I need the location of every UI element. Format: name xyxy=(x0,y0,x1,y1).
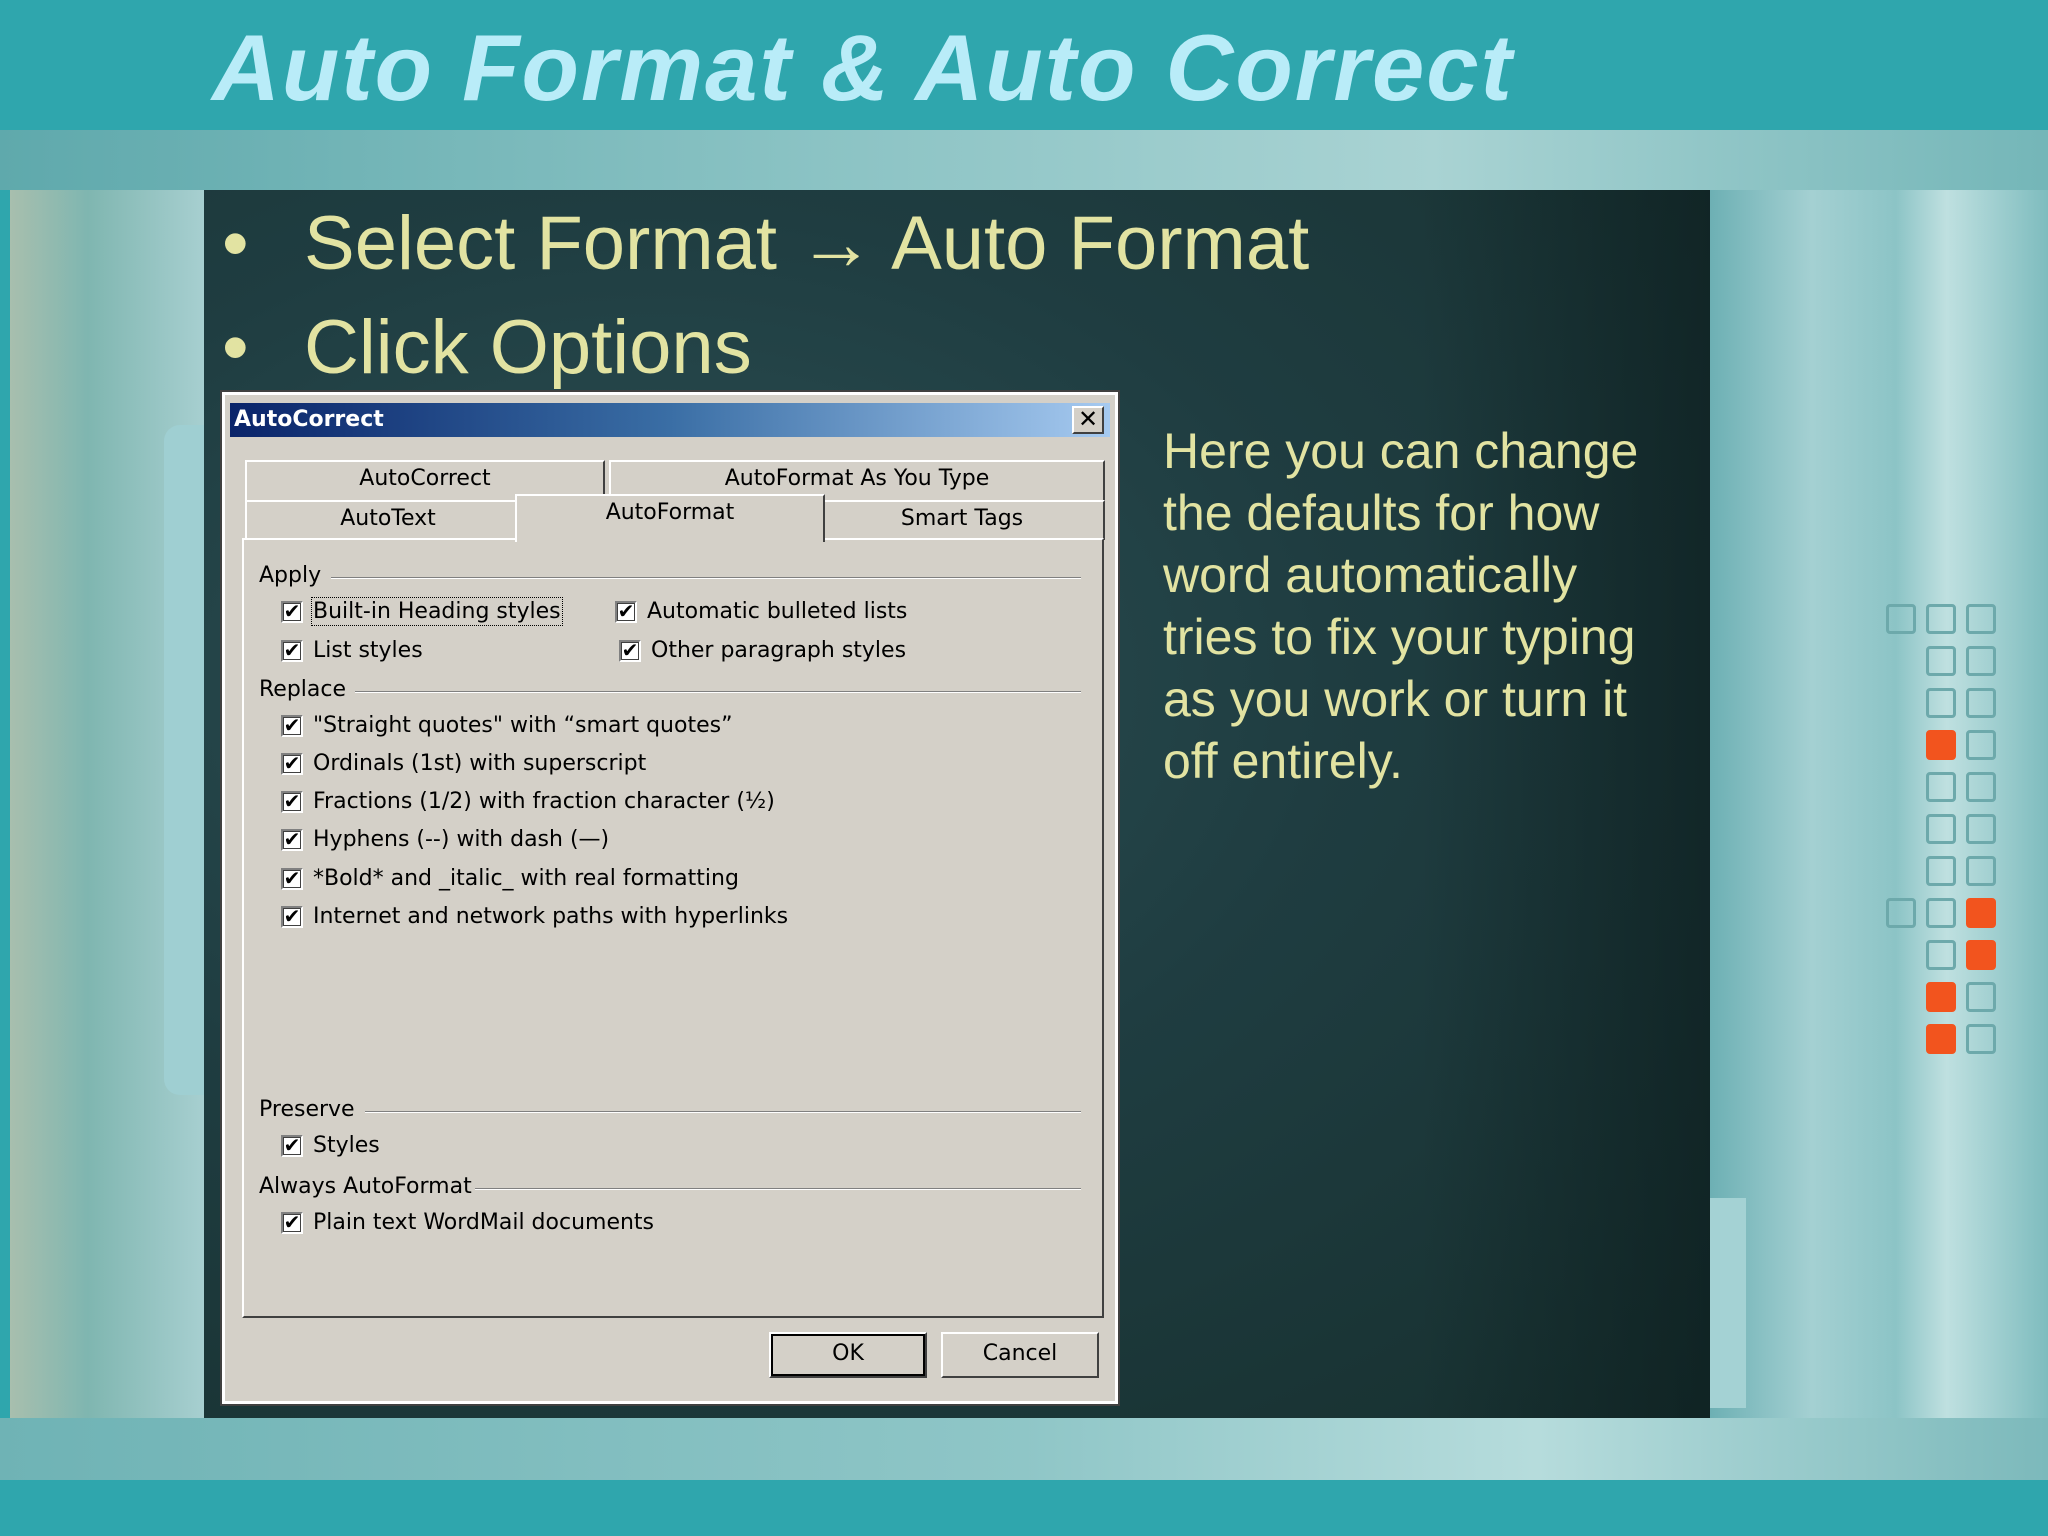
slide-title: Auto Format & Auto Correct xyxy=(212,15,1514,120)
bullet-marker: • xyxy=(222,201,249,286)
checkbox-list-styles[interactable]: ✔ List styles xyxy=(281,638,423,663)
decorative-square xyxy=(1966,898,1996,928)
decorative-square xyxy=(1966,856,1996,886)
decorative-square xyxy=(1926,814,1956,844)
side-description: Here you can change the defaults for how… xyxy=(1163,423,1639,789)
checkbox-box[interactable]: ✔ xyxy=(281,600,303,623)
group-always-divider xyxy=(475,1188,1081,1190)
decorative-square xyxy=(1926,940,1956,970)
decorative-square xyxy=(1886,898,1916,928)
group-preserve-label: Preserve xyxy=(259,1097,355,1122)
checkbox-label: Styles xyxy=(313,1133,380,1158)
close-icon: ✕ xyxy=(1077,405,1099,433)
checkbox-box[interactable]: ✔ xyxy=(281,714,303,737)
decorative-square xyxy=(1966,940,1996,970)
decorative-square xyxy=(1926,898,1956,928)
decorative-square xyxy=(1966,814,1996,844)
bullet-text: Select Format → Auto Format xyxy=(304,201,1310,286)
ok-button[interactable]: OK xyxy=(769,1332,927,1378)
decorative-square xyxy=(1966,604,1996,634)
decorative-square xyxy=(1966,646,1996,676)
checkbox-automatic-bulleted-lists[interactable]: ✔ Automatic bulleted lists xyxy=(615,599,907,624)
checkbox-box[interactable]: ✔ xyxy=(281,790,303,813)
group-replace-divider xyxy=(355,691,1081,693)
checkbox-builtin-heading-styles[interactable]: ✔ Built-in Heading styles xyxy=(281,597,563,626)
checkbox-box[interactable]: ✔ xyxy=(281,867,303,890)
group-apply-label: Apply xyxy=(259,563,322,588)
checkbox-label: Other paragraph styles xyxy=(651,638,907,663)
background-band-top xyxy=(0,130,2048,190)
decorative-square xyxy=(1926,982,1956,1012)
checkbox-label: List styles xyxy=(313,638,423,663)
group-always-label: Always AutoFormat xyxy=(259,1174,472,1199)
close-button[interactable]: ✕ xyxy=(1072,406,1104,434)
decorative-square xyxy=(1886,604,1916,634)
autocorrect-dialog: AutoCorrect ✕ AutoCorrect AutoFormat As … xyxy=(220,390,1120,1406)
bullet-item: • Select Format → Auto Format xyxy=(222,192,1309,296)
decorative-square xyxy=(1966,772,1996,802)
checkbox-box[interactable]: ✔ xyxy=(281,905,303,928)
checkbox-box[interactable]: ✔ xyxy=(281,752,303,775)
group-replace-label: Replace xyxy=(259,677,347,702)
bullet-list: • Select Format → Auto Format • Click Op… xyxy=(222,192,1309,400)
group-apply-divider xyxy=(331,577,1081,579)
checkbox-fractions[interactable]: ✔ Fractions (1/2) with fraction characte… xyxy=(281,789,775,814)
bullet-marker: • xyxy=(222,305,249,390)
checkbox-hyperlinks[interactable]: ✔ Internet and network paths with hyperl… xyxy=(281,904,788,929)
checkbox-label: Internet and network paths with hyperlin… xyxy=(313,904,789,929)
checkbox-box[interactable]: ✔ xyxy=(281,828,303,851)
checkbox-label: Automatic bulleted lists xyxy=(647,599,908,624)
checkbox-box[interactable]: ✔ xyxy=(281,1211,303,1234)
dialog-title: AutoCorrect xyxy=(234,407,384,432)
checkbox-box[interactable]: ✔ xyxy=(281,639,303,662)
checkbox-label: Fractions (1/2) with fraction character … xyxy=(313,789,775,814)
checkbox-label: Ordinals (1st) with superscript xyxy=(313,751,647,776)
checkbox-label: Plain text WordMail documents xyxy=(313,1210,655,1235)
bullet-item: • Click Options xyxy=(222,296,1309,400)
checkbox-preserve-styles[interactable]: ✔ Styles xyxy=(281,1133,380,1158)
tab-autoformat[interactable]: AutoFormat xyxy=(515,494,825,542)
decorative-square xyxy=(1966,1024,1996,1054)
checkbox-smart-quotes[interactable]: ✔ "Straight quotes" with “smart quotes” xyxy=(281,713,732,738)
decorative-square xyxy=(1926,688,1956,718)
checkbox-plain-text-wordmail[interactable]: ✔ Plain text WordMail documents xyxy=(281,1210,654,1235)
checkbox-box[interactable]: ✔ xyxy=(281,1134,303,1157)
tab-autotext[interactable]: AutoText xyxy=(245,500,531,540)
checkbox-label: "Straight quotes" with “smart quotes” xyxy=(313,713,733,738)
checkbox-ordinals[interactable]: ✔ Ordinals (1st) with superscript xyxy=(281,751,646,776)
decorative-square xyxy=(1926,856,1956,886)
background-band-bottom xyxy=(0,1418,2048,1480)
bullet-text: Click Options xyxy=(304,305,752,390)
decorative-square xyxy=(1966,688,1996,718)
decorative-square xyxy=(1966,730,1996,760)
tab-smart-tags[interactable]: Smart Tags xyxy=(819,500,1105,540)
checkbox-box[interactable]: ✔ xyxy=(615,600,637,623)
checkbox-bold-italic[interactable]: ✔ *Bold* and _italic_ with real formatti… xyxy=(281,866,739,891)
decorative-square xyxy=(1926,1024,1956,1054)
background-right-strip xyxy=(1710,190,2048,1418)
content-panel-shade xyxy=(1420,190,1710,1418)
checkbox-label: Built-in Heading styles xyxy=(311,597,563,626)
checkbox-label: *Bold* and _italic_ with real formatting xyxy=(313,866,739,891)
group-preserve-divider xyxy=(365,1111,1081,1113)
checkbox-label: Hyphens (--) with dash (—) xyxy=(313,827,610,852)
decorative-square xyxy=(1926,730,1956,760)
checkbox-hyphens[interactable]: ✔ Hyphens (--) with dash (—) xyxy=(281,827,609,852)
decorative-square xyxy=(1926,604,1956,634)
decorative-square xyxy=(1966,982,1996,1012)
decorative-square xyxy=(1926,772,1956,802)
cancel-button[interactable]: Cancel xyxy=(941,1332,1099,1378)
checkbox-box[interactable]: ✔ xyxy=(619,639,641,662)
dialog-titlebar[interactable]: AutoCorrect ✕ xyxy=(230,403,1110,437)
decorative-square xyxy=(1926,646,1956,676)
checkbox-other-paragraph-styles[interactable]: ✔ Other paragraph styles xyxy=(619,638,906,663)
